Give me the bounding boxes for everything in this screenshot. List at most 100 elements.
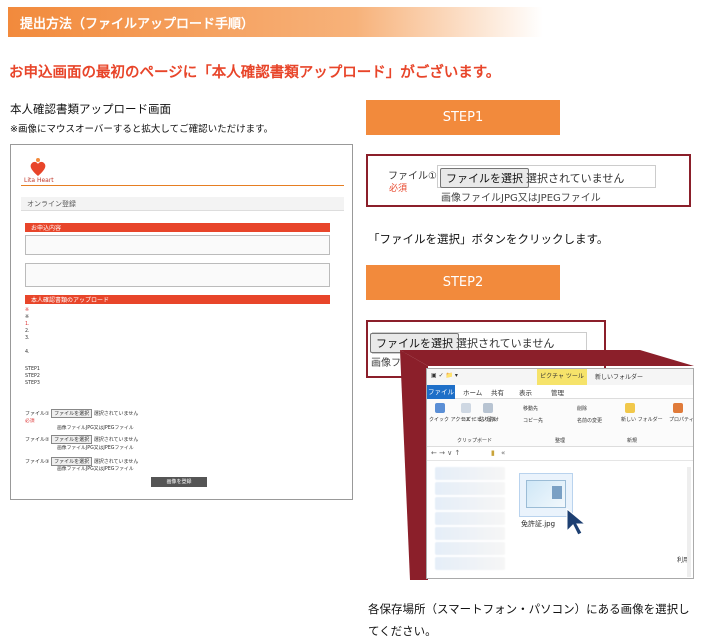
section-title: 提出方法（ファイルアップロード手順） (20, 17, 255, 32)
nav-item[interactable] (435, 497, 505, 510)
step1-badge: STEP1 (366, 100, 560, 135)
tab-manage[interactable]: 管理 (551, 387, 564, 397)
steps-text: STEP3 (25, 381, 40, 386)
mock-file-label: ファイル② (25, 437, 50, 443)
left-subtitle: ※画像にマウスオーバーすると拡大してご確認いただけます。 (10, 124, 274, 135)
order-row (26, 264, 329, 271)
steps-text: STEP1 (25, 367, 40, 372)
folder-icon: ▮ (491, 449, 495, 457)
mock-file-button[interactable]: ファイルを選択 (51, 409, 93, 418)
picture-tools-tab: ピクチャ ツール (537, 369, 587, 385)
mock-file-hint: 画像ファイルJPG又はJPEGファイル (57, 446, 134, 451)
paste-icon[interactable] (483, 403, 493, 413)
step1-file-field: ファイル① 必須 ファイルを選択 選択されていません 画像ファイルJPG又はJP… (366, 154, 691, 207)
nav-item[interactable] (435, 527, 505, 540)
mock-file-hint: 画像ファイルJPG又はJPEGファイル (57, 426, 134, 431)
mock-required: 必須 (25, 419, 35, 424)
tab-file[interactable]: ファイル (427, 385, 455, 399)
mock-file-status: 選択されていません (93, 411, 139, 417)
upload-header: 本人確認書類のアップロード (25, 295, 330, 304)
left-title: 本人確認書類アップロード画面 (10, 102, 171, 116)
nav-item[interactable] (435, 482, 505, 495)
copy-icon[interactable] (461, 403, 471, 413)
order-row (26, 243, 329, 250)
choose-file-button[interactable]: ファイルを選択 (440, 168, 529, 188)
pin-icon[interactable] (435, 403, 445, 413)
mock-file-status: 選択されていません (93, 437, 139, 443)
upload-screen-thumbnail[interactable]: Lita Heart オンライン登録 お申込内容 本人確認書類のアップロード ※… (10, 144, 353, 500)
ribbon-tabs: ファイル ホーム 共有 表示 管理 (427, 385, 693, 399)
tab-home[interactable]: ホーム (463, 387, 482, 397)
nav-item[interactable] (435, 512, 505, 525)
online-label: オンライン登録 (27, 200, 76, 208)
copy-button[interactable]: コピー (461, 416, 476, 423)
choose-file-button[interactable]: ファイルを選択 (370, 333, 459, 353)
quick-toolbar-icon[interactable]: ▣ ✓ 📁 ▾ (431, 372, 458, 379)
properties-icon[interactable] (673, 403, 683, 413)
notice-line: ※ (25, 315, 30, 320)
notice-line: 1. (25, 322, 30, 327)
paste-button[interactable]: 貼り付け (479, 416, 499, 423)
order-row (26, 271, 329, 278)
group-new: 新規 (627, 438, 638, 444)
group-clipboard: クリップボード (457, 438, 493, 444)
tab-view[interactable]: 表示 (519, 387, 532, 397)
step2-instruction: 各保存場所（スマートフォン・パソコン）にある画像を選択してください。 (368, 602, 690, 638)
mouse-cursor-icon (566, 507, 587, 536)
order-table (25, 235, 330, 255)
address-bar[interactable]: ← → ∨ ↑ ▮ « (427, 447, 693, 461)
move-to-button[interactable]: 移動先 (523, 405, 538, 412)
divider (21, 185, 344, 186)
new-folder-button[interactable]: 新しい フォルダー (621, 416, 663, 423)
mock-submit-button[interactable]: 画像を登録 (151, 477, 207, 487)
order-row (26, 236, 329, 243)
order-table (25, 263, 330, 287)
window-title: 新しいフォルダー (595, 374, 644, 381)
ribbon: クイック アクセス にピン留め コピー 貼り付け 移動先 コピー先 削除 名前の… (427, 399, 693, 447)
rename-button[interactable]: 名前の変更 (577, 417, 602, 424)
file-explorer-window[interactable]: ▣ ✓ 📁 ▾ ピクチャ ツール 新しいフォルダー ファイル ホーム 共有 表示… (426, 368, 694, 579)
upload-header-label: 本人確認書類のアップロード (31, 297, 110, 304)
lita-heart-logo-icon (30, 158, 46, 176)
explorer-titlebar: ▣ ✓ 📁 ▾ ピクチャ ツール 新しいフォルダー (427, 369, 693, 385)
order-header-label: お申込内容 (31, 225, 62, 232)
notice-line: 2. (25, 329, 30, 334)
nav-item[interactable] (435, 557, 505, 570)
scrollbar[interactable] (687, 467, 691, 577)
group-organize: 整理 (555, 438, 566, 444)
nav-item[interactable] (435, 542, 505, 555)
tab-share[interactable]: 共有 (491, 387, 504, 397)
folder-icon[interactable] (625, 403, 635, 413)
file-status: 選択されていません (526, 172, 625, 185)
steps-text: STEP2 (25, 374, 40, 379)
mock-file-hint: 画像ファイルJPG又はJPEGファイル (57, 467, 134, 472)
notice-line: ※ (25, 308, 30, 313)
logo-text: Lita Heart (24, 177, 54, 184)
photo-area (552, 486, 562, 499)
online-registration-bar: オンライン登録 (21, 197, 344, 211)
license-card-image (526, 480, 566, 508)
file-label: ファイル① (388, 171, 437, 182)
file-hint: 画像ファイルJPG又はJPEGファイル (441, 193, 601, 204)
notice-line: 4. (25, 350, 30, 355)
properties-button[interactable]: プロパティ (669, 416, 693, 423)
headline: お申込画面の最初のページに「本人確認書類アップロード」がございます。 (9, 65, 501, 81)
required-label: 必須 (389, 184, 408, 194)
back-forward-icon[interactable]: ← → ∨ ↑ (431, 449, 460, 457)
address-path[interactable]: « (501, 449, 505, 457)
file-name[interactable]: 免許証.jpg (521, 519, 555, 529)
file-status: 選択されていません (456, 337, 555, 350)
mock-file-row-1: ファイル① ファイルを選択 選択されていません (25, 409, 138, 418)
navigation-pane[interactable] (435, 467, 505, 577)
delete-button[interactable]: 削除 (577, 405, 587, 412)
mock-file-label: ファイル③ (25, 459, 50, 465)
copy-to-button[interactable]: コピー先 (523, 417, 543, 424)
file-hint-truncated: 画像フ (371, 358, 401, 369)
mock-file-row-2: ファイル② ファイルを選択 選択されていません (25, 435, 138, 444)
order-header: お申込内容 (25, 223, 330, 232)
section-header: 提出方法（ファイルアップロード手順） (8, 7, 543, 37)
notice-line: 3. (25, 336, 30, 341)
nav-item[interactable] (435, 467, 505, 480)
step1-instruction: 「ファイルを選択」ボタンをクリックします。 (368, 232, 609, 246)
mock-file-button[interactable]: ファイルを選択 (51, 435, 93, 444)
